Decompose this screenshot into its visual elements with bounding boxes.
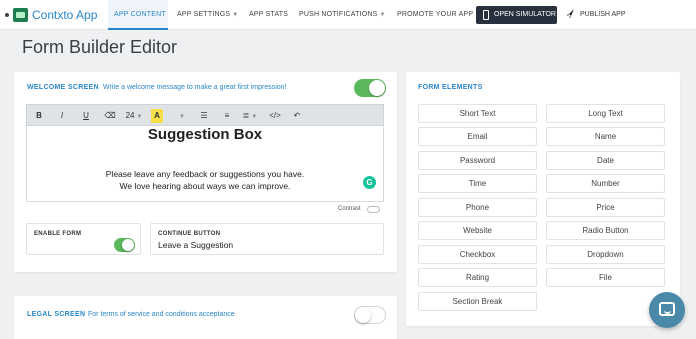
font-size-value: 24 [125, 111, 135, 120]
code-view-icon[interactable]: </> [268, 109, 282, 123]
element-price[interactable]: Price [546, 198, 665, 217]
status-dot [5, 13, 9, 17]
form-elements-title: FORM ELEMENTS [418, 84, 483, 91]
nav-promote-your-app[interactable]: PROMOTE YOUR APP [397, 11, 473, 18]
element-phone[interactable]: Phone [418, 198, 537, 217]
chevron-down-icon[interactable]: ▼ [175, 109, 187, 123]
nav-push-notifications-label: PUSH NOTIFICATIONS [299, 11, 378, 18]
element-radio-button[interactable]: Radio Button [546, 221, 665, 240]
align-select[interactable]: ≣ ▼ [240, 109, 260, 123]
continue-button-label: CONTINUE BUTTON [158, 231, 221, 237]
top-nav: Contxto App APP CONTENT APP SETTINGS ▼ AP… [0, 0, 696, 30]
legal-screen-subtitle: For terms of service and conditions acce… [88, 311, 235, 318]
welcome-editor[interactable]: Suggestion Box Please leave any feedback… [26, 126, 384, 202]
element-email[interactable]: Email [418, 127, 537, 146]
element-checkbox[interactable]: Checkbox [418, 245, 537, 264]
chevron-down-icon: ▼ [251, 114, 258, 120]
italic-button[interactable]: I [56, 109, 68, 123]
chat-support-button[interactable] [649, 292, 685, 328]
nav-app-content[interactable]: APP CONTENT [114, 11, 166, 18]
publish-app-button[interactable]: PUBLISH APP [580, 11, 626, 18]
app-name[interactable]: Contxto App [32, 8, 97, 22]
contrast-toggle[interactable] [367, 206, 380, 213]
chevron-down-icon: ▼ [136, 114, 143, 120]
underline-button[interactable]: U [80, 109, 92, 123]
nav-app-stats[interactable]: APP STATS [249, 11, 288, 18]
welcome-screen-title: WELCOME SCREEN [27, 84, 99, 91]
open-simulator-label: OPEN SIMULATOR [494, 11, 556, 18]
element-password[interactable]: Password [418, 151, 537, 170]
editor-heading: Suggestion Box [147, 126, 263, 143]
eraser-icon[interactable]: ⌫ [104, 109, 116, 123]
align-icon: ≣ [242, 111, 250, 120]
page-title: Form Builder Editor [22, 37, 178, 57]
font-size-select[interactable]: 24 ▼ [123, 109, 145, 123]
numbered-list-icon[interactable]: ≡ [221, 109, 233, 123]
element-number[interactable]: Number [546, 174, 665, 193]
element-section-break[interactable]: Section Break [418, 292, 537, 311]
element-file[interactable]: File [546, 268, 665, 287]
app-logo-icon[interactable] [13, 8, 28, 22]
element-short-text[interactable]: Short Text [418, 104, 537, 123]
toggle-knob [122, 239, 134, 251]
toggle-knob [369, 80, 385, 96]
nav-app-settings[interactable]: APP SETTINGS ▼ [177, 11, 238, 18]
nav-push-notifications[interactable]: PUSH NOTIFICATIONS ▼ [299, 11, 386, 18]
open-simulator-button[interactable]: OPEN SIMULATOR [476, 6, 557, 24]
nav-app-settings-label: APP SETTINGS [177, 11, 231, 18]
continue-button-input[interactable]: Leave a Suggestion [158, 240, 233, 250]
welcome-screen-toggle[interactable] [354, 79, 386, 97]
editor-toolbar: B I U ⌫ 24 ▼ A ▼ ☰ ≡ ≣ ▼ </> ↶ [26, 104, 384, 126]
active-tab-underline [108, 28, 168, 30]
bullet-list-icon[interactable]: ☰ [198, 109, 210, 123]
enable-form-toggle[interactable] [114, 238, 135, 252]
undo-icon[interactable]: ↶ [291, 109, 303, 123]
welcome-screen-subtitle: Write a welcome message to make a great … [103, 84, 287, 91]
editor-line: Please leave any feedback or suggestions… [105, 169, 305, 179]
element-name[interactable]: Name [546, 127, 665, 146]
element-time[interactable]: Time [418, 174, 537, 193]
element-long-text[interactable]: Long Text [546, 104, 665, 123]
chat-icon [659, 302, 675, 316]
legal-screen-title: LEGAL SCREEN [27, 311, 86, 318]
element-date[interactable]: Date [546, 151, 665, 170]
bold-button[interactable]: B [33, 109, 45, 123]
element-website[interactable]: Website [418, 221, 537, 240]
contrast-label: Contrast [338, 206, 361, 212]
legal-screen-toggle[interactable] [354, 306, 386, 324]
chevron-down-icon: ▼ [379, 12, 386, 18]
editor-line: We love hearing about ways we can improv… [119, 181, 291, 191]
element-rating[interactable]: Rating [418, 268, 537, 287]
continue-button-box [150, 223, 384, 255]
toggle-knob [355, 307, 371, 323]
rocket-icon [567, 9, 574, 18]
phone-icon [483, 10, 489, 20]
enable-form-label: ENABLE FORM [34, 231, 82, 237]
element-dropdown[interactable]: Dropdown [546, 245, 665, 264]
text-color-button[interactable]: A [151, 109, 163, 123]
chevron-down-icon: ▼ [232, 12, 239, 18]
grammarly-icon[interactable]: G [363, 176, 376, 189]
